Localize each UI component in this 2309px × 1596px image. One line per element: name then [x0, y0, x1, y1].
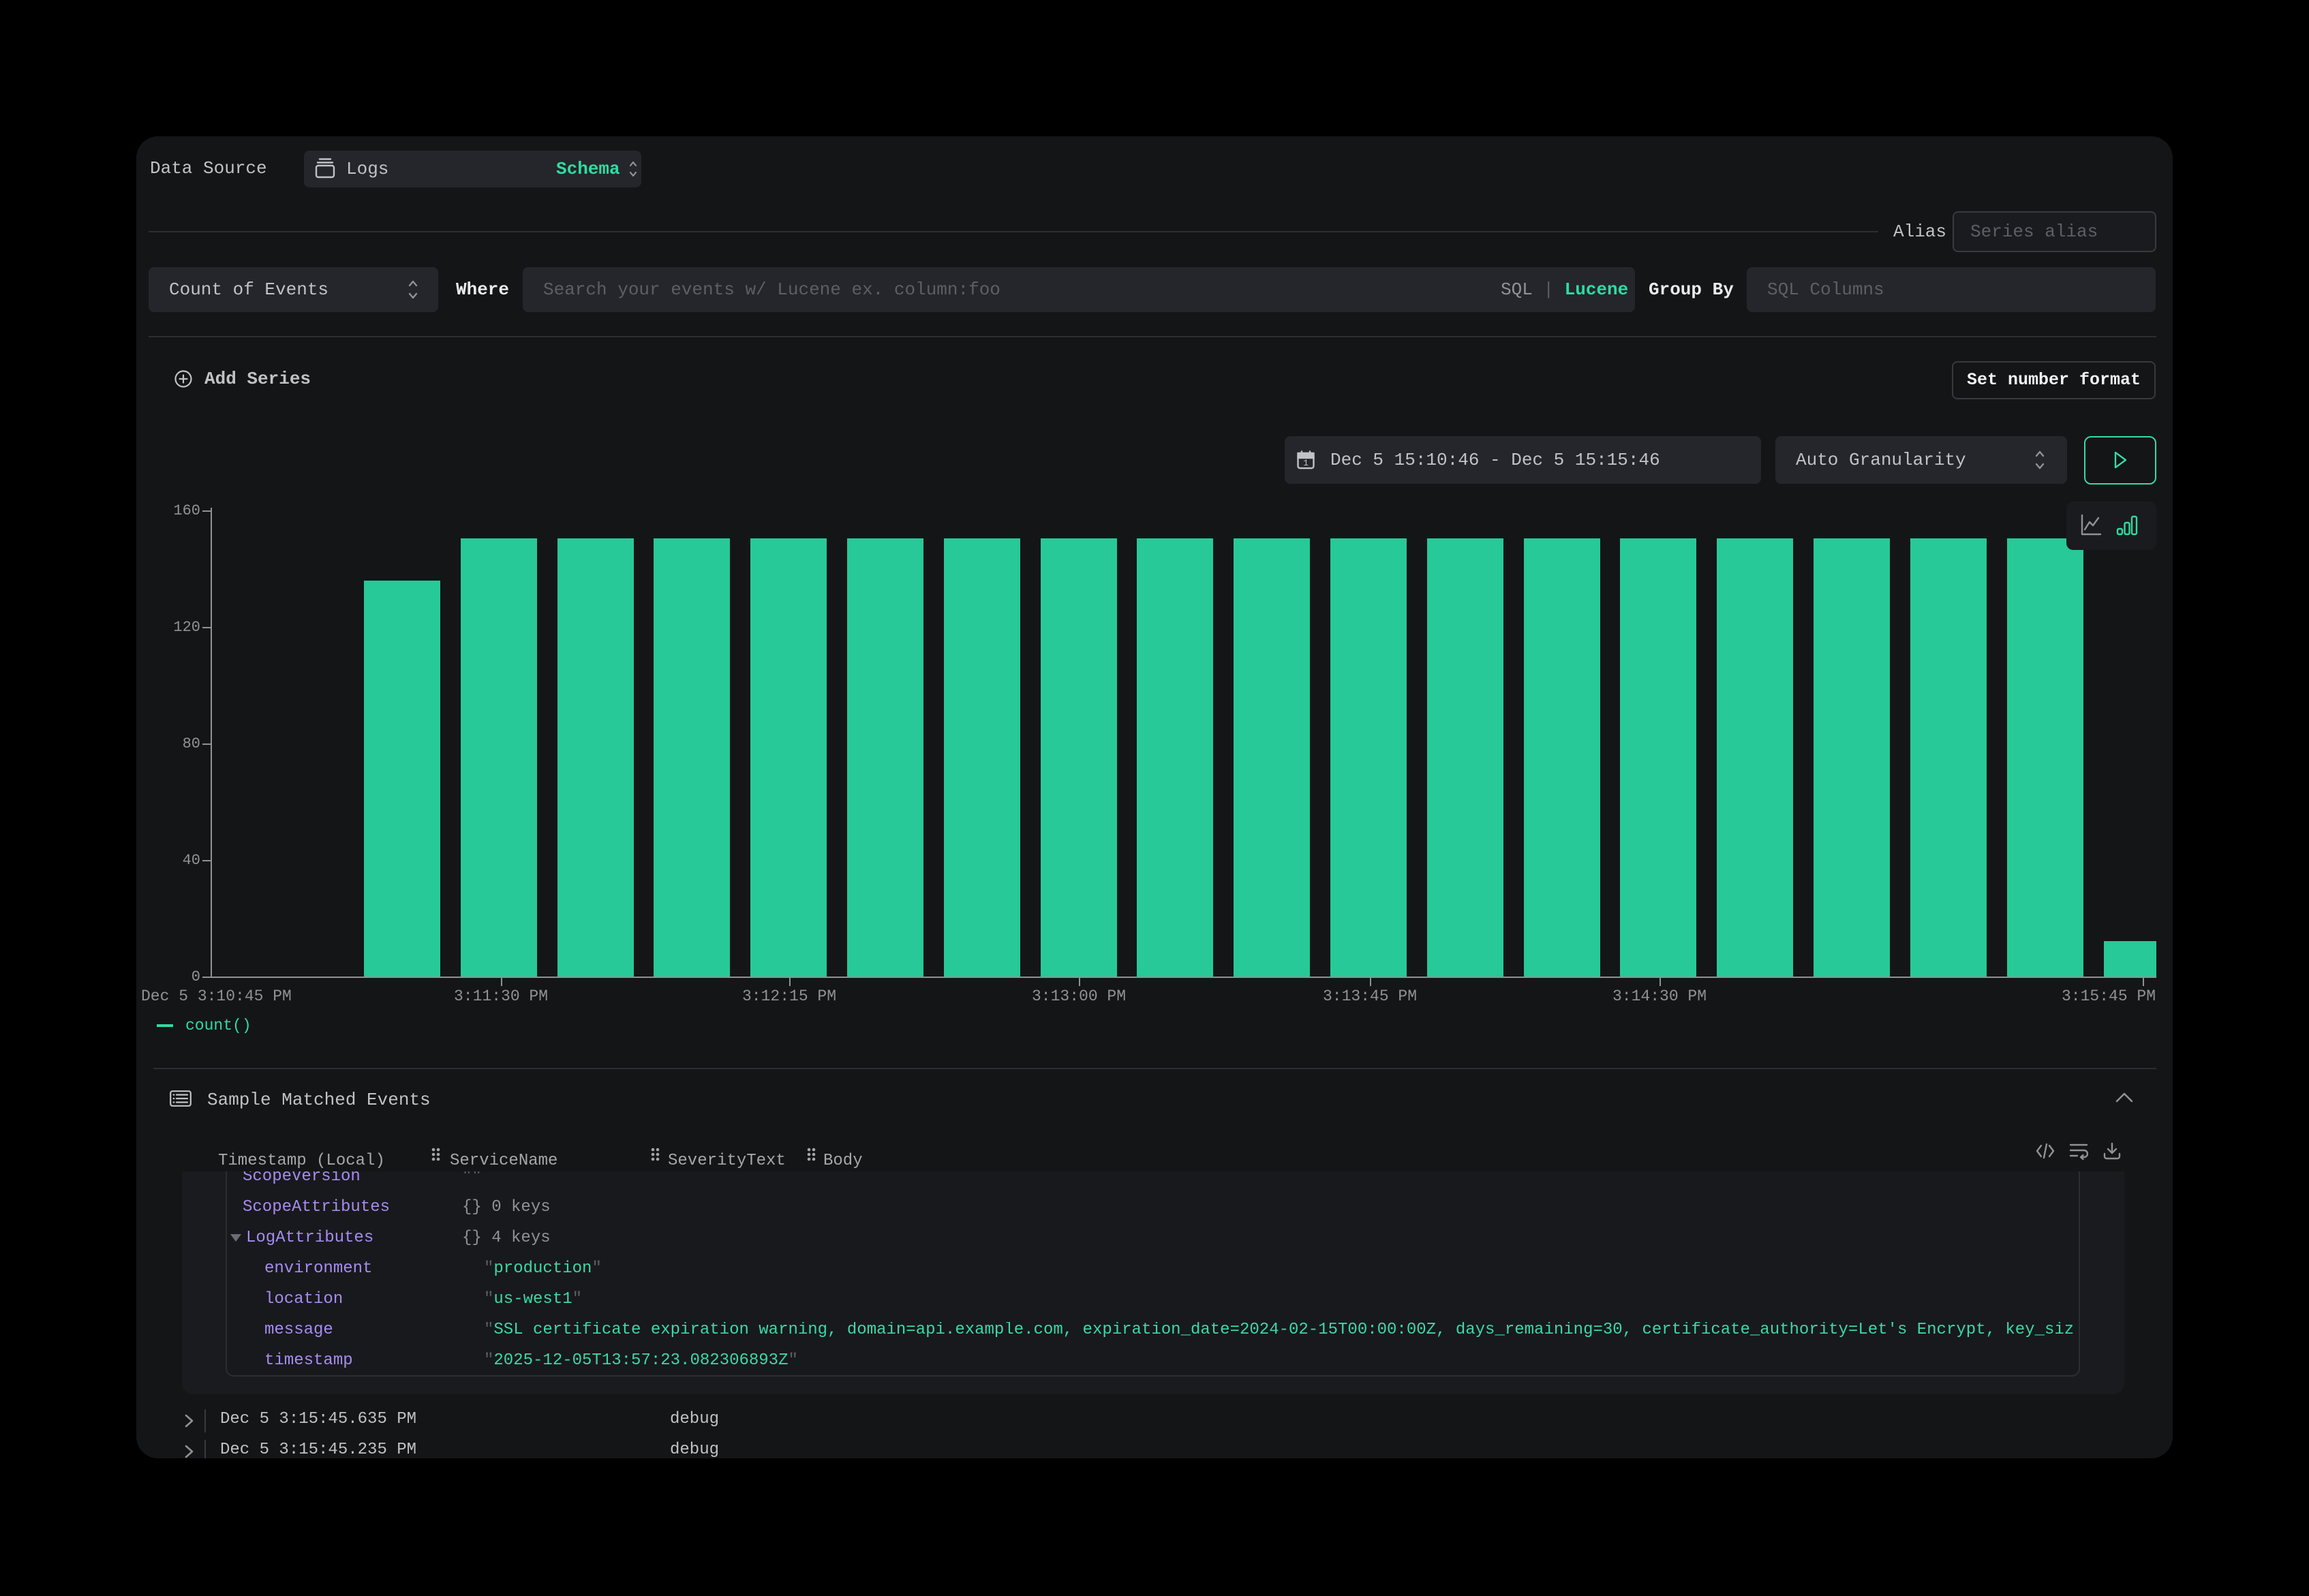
svg-text:1: 1 [1303, 458, 1309, 468]
